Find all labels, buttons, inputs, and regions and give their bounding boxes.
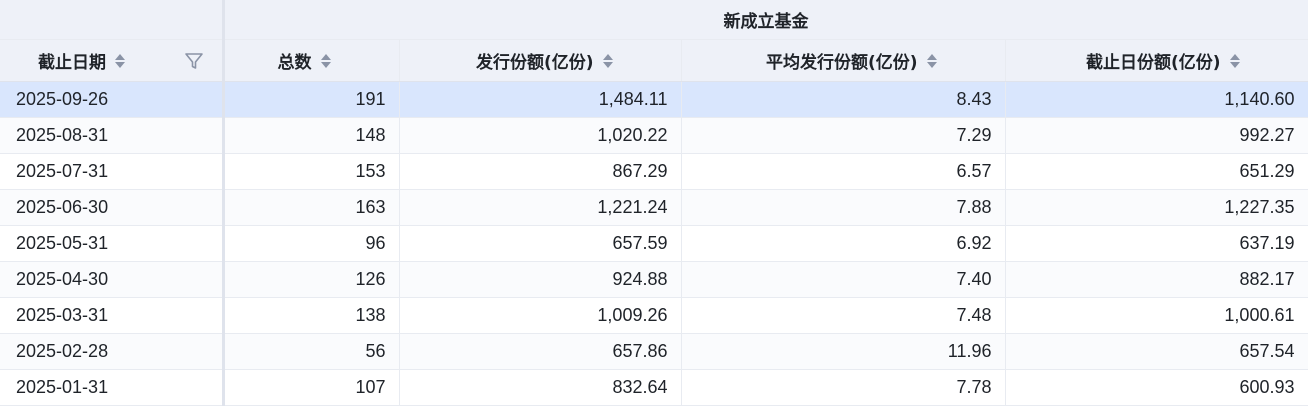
table-row[interactable]: 2025-01-31 107 832.64 7.78 600.93 xyxy=(0,369,1308,406)
cell-end-amount: 1,227.35 xyxy=(1005,189,1308,226)
cell-total: 107 xyxy=(223,369,400,406)
sort-icon[interactable] xyxy=(115,53,125,68)
sort-icon[interactable] xyxy=(926,53,937,68)
cell-avg-issue-amount: 7.78 xyxy=(681,369,1006,406)
cell-end-amount: 657.54 xyxy=(1005,333,1308,370)
cell-issue-amount: 832.64 xyxy=(399,369,682,406)
column-header-end-amount-label: 截止日份额(亿份) xyxy=(1085,53,1221,73)
table-row[interactable]: 2025-03-31 138 1,009.26 7.48 1,000.61 xyxy=(0,297,1308,334)
cell-date: 2025-03-31 xyxy=(0,297,225,334)
cell-end-amount: 1,140.60 xyxy=(1005,81,1308,118)
cell-total: 138 xyxy=(223,297,400,334)
cell-total: 56 xyxy=(223,333,400,370)
column-header-date-label: 截止日期 xyxy=(38,53,106,73)
cell-issue-amount: 657.86 xyxy=(399,333,682,370)
column-header-total-label: 总数 xyxy=(277,53,312,73)
cell-issue-amount: 1,484.11 xyxy=(399,81,682,118)
header-spacer xyxy=(0,0,225,40)
table-header: 新成立基金 截止日期 总数 发行份额(亿份) 平均发行份额(亿份) 截止日份额(… xyxy=(0,0,1308,82)
cell-total: 163 xyxy=(223,189,400,226)
group-header-label: 新成立基金 xyxy=(723,12,809,32)
cell-date: 2025-09-26 xyxy=(0,81,225,118)
cell-date: 2025-07-31 xyxy=(0,153,225,190)
cell-end-amount: 600.93 xyxy=(1005,369,1308,406)
cell-date: 2025-08-31 xyxy=(0,117,225,154)
cell-end-amount: 1,000.61 xyxy=(1005,297,1308,334)
table-row[interactable]: 2025-08-31 148 1,020.22 7.29 992.27 xyxy=(0,117,1308,154)
cell-avg-issue-amount: 7.48 xyxy=(681,297,1006,334)
table-row[interactable]: 2025-06-30 163 1,221.24 7.88 1,227.35 xyxy=(0,189,1308,226)
cell-date: 2025-01-31 xyxy=(0,369,225,406)
cell-avg-issue-amount: 7.40 xyxy=(681,261,1006,298)
sort-icon[interactable] xyxy=(1229,53,1240,68)
table-body: 2025-09-26 191 1,484.11 8.43 1,140.60 20… xyxy=(0,81,1308,406)
cell-total: 96 xyxy=(223,225,400,262)
table-row[interactable]: 2025-05-31 96 657.59 6.92 637.19 xyxy=(0,225,1308,262)
column-header-date[interactable]: 截止日期 xyxy=(0,39,225,82)
cell-end-amount: 882.17 xyxy=(1005,261,1308,298)
cell-total: 191 xyxy=(223,81,400,118)
cell-issue-amount: 1,020.22 xyxy=(399,117,682,154)
cell-date: 2025-02-28 xyxy=(0,333,225,370)
cell-avg-issue-amount: 11.96 xyxy=(681,333,1006,370)
cell-issue-amount: 657.59 xyxy=(399,225,682,262)
cell-total: 148 xyxy=(223,117,400,154)
cell-issue-amount: 867.29 xyxy=(399,153,682,190)
cell-avg-issue-amount: 6.92 xyxy=(681,225,1006,262)
column-header-avg-issue-amount-label: 平均发行份额(亿份) xyxy=(765,53,918,73)
cell-issue-amount: 924.88 xyxy=(399,261,682,298)
column-header-avg-issue-amount[interactable]: 平均发行份额(亿份) xyxy=(681,39,1006,82)
cell-total: 126 xyxy=(223,261,400,298)
group-header: 新成立基金 xyxy=(223,0,1308,40)
fund-table: 新成立基金 截止日期 总数 发行份额(亿份) 平均发行份额(亿份) 截止日份额(… xyxy=(0,0,1308,408)
cell-avg-issue-amount: 7.29 xyxy=(681,117,1006,154)
table-row[interactable]: 2025-02-28 56 657.86 11.96 657.54 xyxy=(0,333,1308,370)
cell-date: 2025-05-31 xyxy=(0,225,225,262)
cell-issue-amount: 1,009.26 xyxy=(399,297,682,334)
table-row[interactable]: 2025-04-30 126 924.88 7.40 882.17 xyxy=(0,261,1308,298)
sort-icon[interactable] xyxy=(320,53,331,68)
filter-icon[interactable] xyxy=(184,51,204,76)
sort-icon[interactable] xyxy=(602,53,613,68)
table-row[interactable]: 2025-07-31 153 867.29 6.57 651.29 xyxy=(0,153,1308,190)
cell-avg-issue-amount: 6.57 xyxy=(681,153,1006,190)
column-header-end-amount[interactable]: 截止日份额(亿份) xyxy=(1005,39,1308,82)
cell-avg-issue-amount: 8.43 xyxy=(681,81,1006,118)
cell-issue-amount: 1,221.24 xyxy=(399,189,682,226)
cell-end-amount: 992.27 xyxy=(1005,117,1308,154)
column-header-total[interactable]: 总数 xyxy=(223,39,400,82)
table-row[interactable]: 2025-09-26 191 1,484.11 8.43 1,140.60 xyxy=(0,81,1308,118)
cell-total: 153 xyxy=(223,153,400,190)
cell-end-amount: 637.19 xyxy=(1005,225,1308,262)
column-header-issue-amount[interactable]: 发行份额(亿份) xyxy=(399,39,682,82)
cell-date: 2025-04-30 xyxy=(0,261,225,298)
column-header-issue-amount-label: 发行份额(亿份) xyxy=(475,53,594,73)
cell-end-amount: 651.29 xyxy=(1005,153,1308,190)
cell-date: 2025-06-30 xyxy=(0,189,225,226)
cell-avg-issue-amount: 7.88 xyxy=(681,189,1006,226)
